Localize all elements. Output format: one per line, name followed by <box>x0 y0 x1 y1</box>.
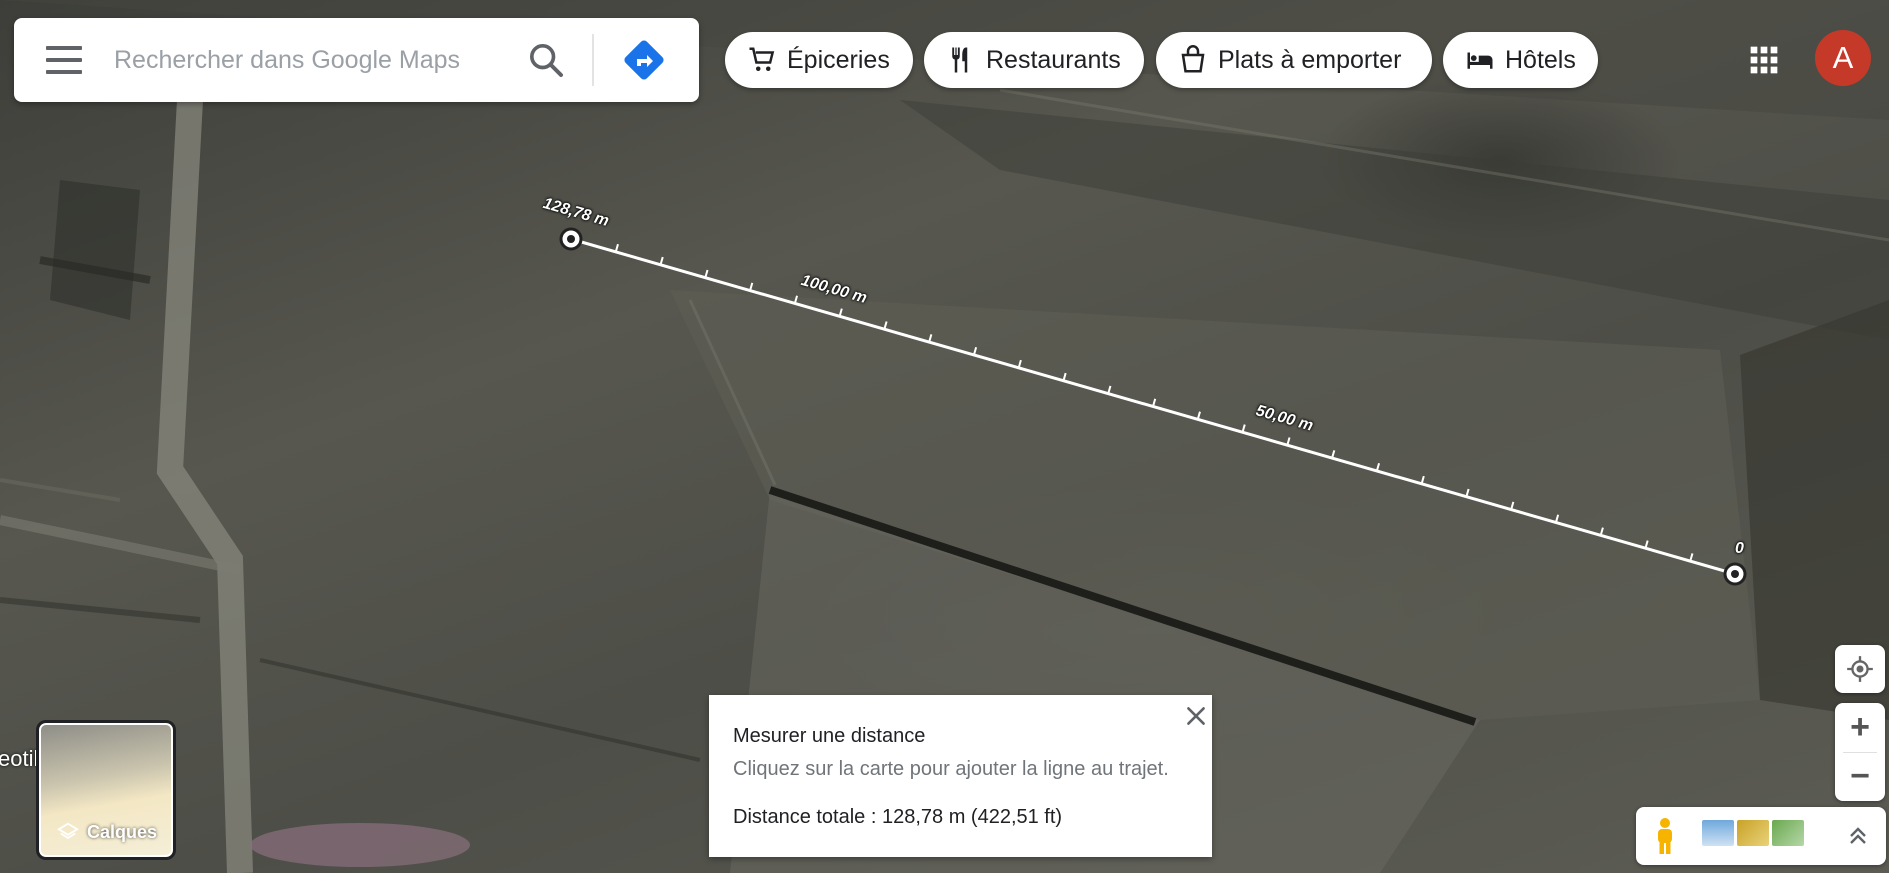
zoom-control: + − <box>1835 703 1885 801</box>
zoom-in-button[interactable]: + <box>1835 703 1885 752</box>
chip-label: Plats à emporter <box>1218 45 1402 74</box>
cart-icon <box>749 47 775 71</box>
ruler-tick <box>1107 385 1112 394</box>
chip-hotels[interactable]: Hôtels <box>1443 32 1598 88</box>
crosshair-icon <box>1847 656 1873 682</box>
measure-title: Mesurer une distance <box>733 725 926 747</box>
ruler-tick <box>704 269 709 278</box>
chip-restaurants[interactable]: Restaurants <box>924 32 1144 88</box>
layers-label-wrap: Calques <box>57 821 157 843</box>
chip-label: Restaurants <box>986 45 1121 74</box>
ruler-tick <box>614 243 619 253</box>
takeout-icon <box>1181 45 1205 73</box>
ruler-tick <box>1599 527 1604 536</box>
ruler-tick <box>1554 514 1560 523</box>
ruler-tick <box>1196 411 1201 420</box>
bed-icon <box>1467 52 1493 69</box>
search-input[interactable] <box>112 44 516 76</box>
ruler-tick <box>1017 359 1022 369</box>
map-place-label[interactable]: eotil <box>0 746 38 772</box>
hamburger-menu-icon[interactable] <box>46 46 82 74</box>
ruler-tick <box>1375 462 1381 472</box>
pegman-icon[interactable] <box>1654 817 1676 855</box>
map-bottom-bar <box>1636 807 1886 865</box>
imagery-thumb-1[interactable] <box>1702 820 1734 846</box>
ruler-tick <box>659 256 664 266</box>
layers-button[interactable]: Calques <box>36 720 176 860</box>
chip-plats-a-emporter[interactable]: Plats à emporter <box>1156 32 1432 88</box>
ruler-tick <box>1644 540 1649 549</box>
measure-info-card: Mesurer une distance Cliquez sur la cart… <box>709 695 1212 857</box>
ruler-tick <box>1420 475 1425 485</box>
account-avatar[interactable]: A <box>1815 30 1871 86</box>
my-location-button[interactable] <box>1835 645 1885 693</box>
ruler-tick <box>1689 553 1694 562</box>
directions-icon[interactable] <box>620 36 668 84</box>
ruler-tick <box>1241 424 1246 433</box>
imagery-thumb-3[interactable] <box>1772 820 1804 846</box>
layers-icon <box>57 822 79 840</box>
chip-label: Hôtels <box>1505 45 1576 74</box>
close-icon[interactable] <box>1183 703 1209 729</box>
search-divider <box>592 34 594 86</box>
ruler-tick <box>1152 398 1157 407</box>
chip-label: Épiceries <box>787 45 890 74</box>
ruler-tick <box>838 308 843 317</box>
apps-grid-icon[interactable] <box>1748 44 1780 76</box>
ruler-tick <box>1286 437 1291 446</box>
ruler-tick <box>883 321 888 330</box>
ruler-ticks <box>614 243 1694 562</box>
layers-label: Calques <box>87 821 158 842</box>
chevrons-up-icon[interactable] <box>1846 823 1870 849</box>
ruler-tick <box>1510 501 1515 510</box>
total-distance: Distance totale : 128,78 m (422,51 ft) <box>733 806 1063 828</box>
measure-label-start: 0 <box>1735 540 1744 557</box>
ruler-tick <box>1465 488 1470 497</box>
search-icon[interactable] <box>526 40 566 80</box>
zoom-out-button[interactable]: − <box>1835 752 1885 801</box>
ruler-tick <box>793 295 799 304</box>
ruler-tick <box>1062 372 1067 382</box>
fork-knife-icon <box>952 47 968 73</box>
search-box <box>14 18 699 102</box>
measure-instructions: Cliquez sur la carte pour ajouter la lig… <box>733 758 1169 780</box>
imagery-thumb-2[interactable] <box>1737 820 1769 846</box>
chip-epiceries[interactable]: Épiceries <box>725 32 913 88</box>
ruler-tick <box>749 282 754 291</box>
ruler-tick <box>1331 450 1336 459</box>
ruler-tick <box>928 334 933 343</box>
ruler-tick <box>972 346 978 356</box>
